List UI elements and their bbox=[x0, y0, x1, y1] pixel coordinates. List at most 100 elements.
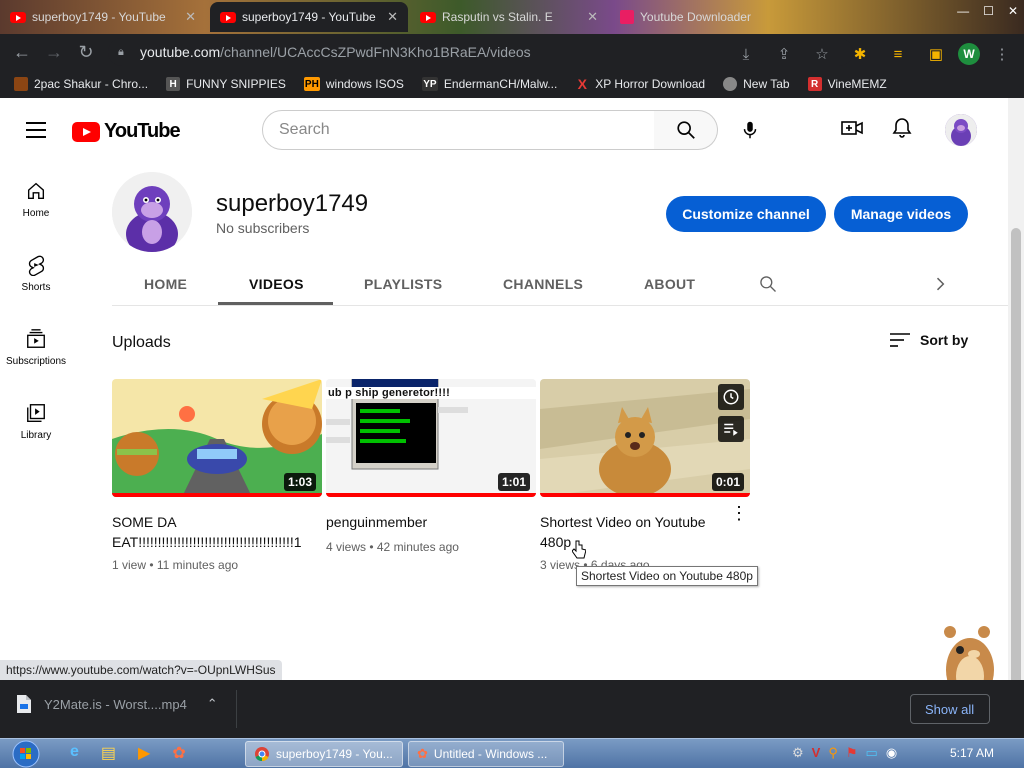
library-icon bbox=[27, 403, 45, 422]
media-player-icon[interactable]: ▶ bbox=[138, 743, 150, 763]
bookmark-4[interactable]: YP EndermanCH/Malw... bbox=[421, 77, 557, 91]
browser-tab-3[interactable]: Rasputin vs Stalin. E ✕ bbox=[410, 2, 608, 32]
channel-avatar[interactable] bbox=[112, 172, 192, 252]
bookmark-5[interactable]: X XP Horror Download bbox=[575, 76, 706, 92]
paint-icon[interactable]: ✿ bbox=[172, 743, 185, 763]
side-panel-icon[interactable]: ▣ bbox=[920, 38, 952, 70]
bookmark-star-icon[interactable]: ☆ bbox=[806, 38, 838, 70]
create-video-icon[interactable] bbox=[840, 116, 864, 140]
video-card[interactable]: 1:03 SOME DA EAT!!!!!!!!!!!!!!!!!!!!!!!!!… bbox=[112, 379, 322, 572]
close-tab-icon[interactable]: ✕ bbox=[185, 9, 196, 25]
bookmark-2[interactable]: H FUNNY SNIPPIES bbox=[166, 77, 286, 91]
sort-by-label: Sort by bbox=[920, 332, 969, 348]
maximize-icon[interactable]: ☐ bbox=[983, 4, 994, 18]
video-more-options-icon[interactable]: ⋮ bbox=[730, 503, 748, 524]
subscriber-count: No subscribers bbox=[216, 220, 310, 236]
sidebar-item-label: Home bbox=[22, 207, 50, 219]
add-to-queue-button[interactable] bbox=[718, 416, 744, 442]
file-explorer-icon[interactable]: ▤ bbox=[101, 743, 116, 763]
video-title[interactable]: SOME DA EAT!!!!!!!!!!!!!!!!!!!!!!!!!!!!!!… bbox=[112, 512, 322, 552]
video-title-line: EAT!!!!!!!!!!!!!!!!!!!!!!!!!!!!!!!!!!!!!… bbox=[112, 534, 302, 550]
video-thumbnail[interactable]: ub p ship generetor!!!! 1:01 bbox=[326, 379, 536, 497]
manage-videos-button[interactable]: Manage videos bbox=[834, 196, 968, 232]
tray-network-icon[interactable]: ▭ bbox=[866, 745, 878, 761]
tray-volume-icon[interactable]: ◉ bbox=[886, 745, 897, 761]
video-thumbnail[interactable]: 1:03 bbox=[112, 379, 322, 497]
video-title-line: SOME DA bbox=[112, 514, 177, 530]
menu-kebab-icon[interactable]: ⋮ bbox=[986, 38, 1018, 70]
download-item[interactable]: Y2Mate.is - Worst....mp4 ⌃ bbox=[16, 694, 218, 714]
home-icon bbox=[27, 182, 45, 199]
tab-playlists[interactable]: PLAYLISTS bbox=[364, 276, 442, 292]
forward-icon[interactable]: → bbox=[38, 36, 70, 68]
tab-home[interactable]: HOME bbox=[144, 276, 187, 292]
tray-antivirus-icon[interactable]: V bbox=[812, 745, 821, 761]
minimize-icon[interactable]: — bbox=[957, 4, 969, 18]
close-tab-icon[interactable]: ✕ bbox=[387, 9, 398, 25]
voice-search-button[interactable] bbox=[732, 112, 768, 148]
internet-explorer-icon[interactable]: e bbox=[70, 743, 79, 763]
taskbar-task-paint[interactable]: ✿ Untitled - Windows ... bbox=[408, 741, 564, 767]
close-tab-icon[interactable]: ✕ bbox=[587, 9, 598, 25]
sidebar-item-subscriptions[interactable]: Subscriptions bbox=[0, 310, 72, 384]
taskbar-task-chrome[interactable]: superboy1749 - You... bbox=[245, 741, 403, 767]
chevron-up-icon[interactable]: ⌃ bbox=[207, 696, 218, 712]
account-avatar[interactable] bbox=[945, 114, 977, 146]
video-card[interactable]: ub p ship generetor!!!! 1:01 penguinmemb… bbox=[326, 379, 536, 554]
browser-tab-4[interactable]: Youtube Downloader bbox=[610, 2, 800, 32]
bookmark-1[interactable]: 2pac Shakur - Chro... bbox=[14, 77, 148, 91]
browser-tab-2[interactable]: superboy1749 - YouTube ✕ bbox=[210, 2, 408, 32]
tray-settings-icon[interactable]: ⚙ bbox=[792, 745, 804, 761]
share-icon[interactable]: ⇪ bbox=[768, 38, 800, 70]
shorts-icon bbox=[28, 255, 45, 276]
bookmark-7[interactable]: R VineMEMZ bbox=[807, 77, 887, 91]
youtube-logo[interactable]: YouTube bbox=[72, 120, 181, 143]
search-input[interactable]: Search bbox=[262, 110, 655, 150]
taskbar-clock[interactable]: 5:17 AM bbox=[950, 746, 994, 760]
sidebar-item-library[interactable]: Library bbox=[0, 384, 72, 458]
tray-search-icon[interactable]: ⚲ bbox=[828, 745, 838, 761]
download-shelf: Y2Mate.is - Worst....mp4 ⌃ Show all bbox=[0, 680, 1024, 738]
tab-videos[interactable]: VIDEOS bbox=[249, 276, 304, 292]
channel-search-icon[interactable] bbox=[758, 274, 778, 294]
video-meta: 1 view • 11 minutes ago bbox=[112, 558, 239, 572]
sort-by-button[interactable]: Sort by bbox=[890, 332, 968, 348]
sidebar-item-home[interactable]: Home bbox=[0, 162, 72, 236]
youtube-masthead: YouTube Search bbox=[0, 98, 1008, 162]
tab-channels[interactable]: CHANNELS bbox=[503, 276, 583, 292]
tab-about[interactable]: ABOUT bbox=[644, 276, 695, 292]
scrollbar-thumb[interactable] bbox=[1011, 228, 1021, 698]
system-tray: ⚙ V ⚲ ⚑ ▭ ◉ bbox=[792, 745, 897, 761]
youtube-favicon-icon bbox=[10, 11, 26, 23]
browser-toolbar: ← → ↻ 🔒︎ youtube.com/channel/UCAccCsZPwd… bbox=[0, 34, 1024, 70]
bookmark-3[interactable]: PH windows ISOS bbox=[303, 77, 404, 91]
hamburger-menu-icon[interactable] bbox=[26, 122, 46, 138]
tray-flag-icon[interactable]: ⚑ bbox=[846, 745, 858, 761]
video-thumbnail[interactable]: 0:01 bbox=[540, 379, 750, 497]
bookmark-6[interactable]: New Tab bbox=[723, 77, 790, 91]
youtube-logo-text: YouTube bbox=[104, 120, 181, 142]
youtube-page: YouTube Search Home Shorts Subscriptions… bbox=[0, 98, 1008, 680]
bookmark-label: XP Horror Download bbox=[595, 77, 706, 91]
back-icon[interactable]: ← bbox=[6, 36, 38, 68]
show-all-downloads-button[interactable]: Show all bbox=[910, 694, 990, 724]
thumbnail-overlay-text: ub p ship generetor!!!! bbox=[326, 387, 536, 399]
page-scrollbar[interactable] bbox=[1008, 98, 1024, 698]
close-window-icon[interactable]: ✕ bbox=[1008, 4, 1018, 18]
watch-later-button[interactable] bbox=[718, 384, 744, 410]
chevron-right-icon[interactable] bbox=[930, 274, 950, 294]
media-icon[interactable]: ≡ bbox=[882, 38, 914, 70]
install-app-icon[interactable]: ⤓ bbox=[730, 38, 762, 70]
extensions-icon[interactable]: ✱ bbox=[844, 38, 876, 70]
sidebar-item-shorts[interactable]: Shorts bbox=[0, 236, 72, 310]
reload-icon[interactable]: ↻ bbox=[70, 36, 102, 68]
video-title[interactable]: penguinmember bbox=[326, 512, 536, 532]
notifications-bell-icon[interactable] bbox=[890, 116, 914, 140]
clock-icon bbox=[723, 389, 739, 405]
customize-channel-button[interactable]: Customize channel bbox=[666, 196, 826, 232]
search-button[interactable] bbox=[654, 110, 718, 150]
start-button[interactable] bbox=[8, 739, 44, 768]
browser-tab-1[interactable]: superboy1749 - YouTube ✕ bbox=[0, 2, 206, 32]
file-icon bbox=[17, 695, 31, 713]
profile-avatar[interactable]: W bbox=[958, 43, 980, 65]
